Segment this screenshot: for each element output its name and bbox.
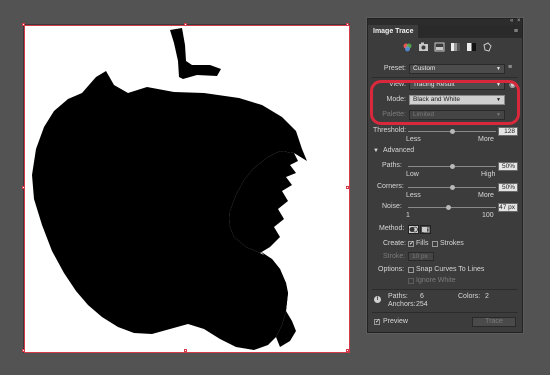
stroke-row: Stroke: 10 px bbox=[368, 252, 522, 264]
fills-checkbox[interactable]: ✓ bbox=[408, 241, 414, 247]
options-label: Options: bbox=[378, 266, 405, 273]
chevron-down-icon: ▼ bbox=[496, 97, 501, 103]
noise-min-label: 1 bbox=[406, 212, 410, 219]
preset-button-row bbox=[402, 42, 493, 52]
selection-handle-mr[interactable] bbox=[346, 186, 349, 189]
preset-menu-icon[interactable]: ≡ bbox=[508, 64, 512, 71]
noise-slider-thumb[interactable] bbox=[445, 205, 451, 210]
preview-label: Preview bbox=[383, 318, 408, 325]
high-color-icon[interactable] bbox=[418, 42, 429, 52]
strokes-label: Strokes bbox=[440, 240, 464, 247]
selection-handle-tl[interactable] bbox=[22, 23, 25, 26]
view-label: View: bbox=[389, 81, 406, 88]
mode-label: Mode: bbox=[386, 96, 406, 103]
threshold-min-label: Less bbox=[406, 136, 421, 143]
palette-select: Limited ▼ bbox=[409, 110, 505, 120]
threshold-max-label: More bbox=[478, 136, 494, 143]
artboard[interactable] bbox=[24, 25, 349, 352]
selection-handle-bc[interactable] bbox=[184, 349, 187, 352]
corners-slider-thumb[interactable] bbox=[449, 185, 455, 190]
apple-stem bbox=[170, 28, 221, 79]
mode-row: Mode: Black and White ▼ bbox=[368, 95, 522, 107]
create-row: Create: ✓ Fills Strokes bbox=[368, 239, 522, 251]
stroke-input: 10 px bbox=[408, 252, 434, 261]
corners-min-label: Less bbox=[406, 192, 421, 199]
chevron-down-icon: ▼ bbox=[496, 82, 501, 88]
stroke-input-value: 10 px bbox=[412, 253, 428, 260]
preset-label: Preset: bbox=[383, 65, 406, 72]
advanced-toggle-label[interactable]: Advanced bbox=[383, 146, 414, 156]
snap-curves-label: Snap Curves To Lines bbox=[416, 266, 485, 273]
noise-max-label: 100 bbox=[482, 212, 494, 219]
preset-row: Preset: Custom ▼ ≡ bbox=[368, 64, 522, 76]
view-row: View: Tracing Result ▼ ◉ bbox=[368, 80, 522, 92]
mode-select[interactable]: Black and White ▼ bbox=[409, 95, 505, 105]
selection-handle-ml[interactable] bbox=[22, 186, 25, 189]
black-and-white-icon[interactable] bbox=[466, 42, 477, 52]
tab-image-trace[interactable]: Image Trace bbox=[368, 25, 419, 38]
fills-label: Fills bbox=[416, 240, 429, 247]
collapse-icon[interactable]: « bbox=[510, 18, 513, 25]
threshold-slider-thumb[interactable] bbox=[449, 129, 455, 134]
noise-slider-track[interactable] bbox=[408, 207, 496, 208]
close-icon[interactable]: × bbox=[517, 18, 521, 25]
image-trace-panel: « × Image Trace ≡ Preset: Custom ▼ ≡ Vie… bbox=[367, 18, 523, 333]
palette-select-value: Limited bbox=[413, 111, 434, 118]
eye-icon[interactable]: ◉ bbox=[509, 80, 516, 89]
info-anchors-label: Anchors: bbox=[388, 301, 416, 308]
mode-select-value: Black and White bbox=[413, 96, 460, 103]
panel-menu-icon[interactable]: ≡ bbox=[514, 28, 518, 35]
info-anchors-row: Anchors: 254 bbox=[368, 300, 522, 312]
selection-handle-tr[interactable] bbox=[346, 23, 349, 26]
chevron-down-icon: ▼ bbox=[496, 66, 501, 72]
footer-row: ✓ Preview Trace bbox=[368, 317, 522, 329]
advanced-row[interactable]: ▼ Advanced bbox=[368, 146, 522, 158]
overlapping-icon bbox=[422, 227, 430, 233]
preset-select[interactable]: Custom ▼ bbox=[409, 64, 505, 74]
palette-row: Palette: Limited ▼ bbox=[368, 110, 522, 122]
divider bbox=[372, 77, 518, 78]
method-overlapping-button[interactable] bbox=[420, 225, 431, 234]
ignore-white-row: Ignore White bbox=[368, 276, 522, 288]
auto-color-icon[interactable] bbox=[402, 42, 413, 52]
divider bbox=[372, 289, 518, 290]
panel-tab-row: Image Trace ≡ bbox=[368, 25, 522, 38]
preset-select-value: Custom bbox=[413, 65, 436, 72]
selection-handle-bl[interactable] bbox=[22, 349, 25, 352]
snap-curves-checkbox[interactable] bbox=[408, 267, 414, 273]
stroke-label: Stroke: bbox=[383, 253, 406, 260]
ignore-white-checkbox bbox=[408, 278, 414, 284]
view-select-value: Tracing Result bbox=[413, 81, 455, 88]
selection-handle-tc[interactable] bbox=[184, 23, 187, 26]
paths-range-row: Low High bbox=[368, 170, 522, 182]
view-select[interactable]: Tracing Result ▼ bbox=[409, 80, 505, 90]
selection-handle-br[interactable] bbox=[346, 349, 349, 352]
divider bbox=[372, 312, 518, 313]
trace-button[interactable]: Trace bbox=[472, 317, 516, 327]
chevron-down-icon: ▼ bbox=[496, 112, 501, 118]
paths-max-label: High bbox=[481, 171, 496, 178]
method-label: Method: bbox=[379, 225, 405, 232]
method-abutting-button[interactable] bbox=[408, 225, 419, 234]
preview-checkbox[interactable]: ✓ bbox=[374, 319, 380, 325]
paths-min-label: Low bbox=[406, 171, 419, 178]
method-row: Method: bbox=[368, 224, 522, 236]
noise-range-row: 1 100 bbox=[368, 211, 522, 223]
abutting-icon bbox=[409, 226, 418, 233]
grayscale-icon[interactable] bbox=[450, 42, 461, 52]
chevron-down-icon[interactable]: ▼ bbox=[373, 146, 379, 156]
traced-apple-artwork[interactable] bbox=[24, 25, 349, 352]
ignore-white-label: Ignore White bbox=[416, 277, 456, 284]
low-color-icon[interactable] bbox=[434, 42, 445, 52]
paths-slider-thumb[interactable] bbox=[449, 164, 455, 169]
outline-icon[interactable] bbox=[482, 42, 493, 52]
create-label: Create: bbox=[383, 240, 406, 247]
strokes-checkbox[interactable] bbox=[432, 241, 438, 247]
corners-max-label: More bbox=[478, 192, 494, 199]
info-anchors-value: 254 bbox=[416, 301, 428, 308]
palette-label: Palette: bbox=[382, 111, 406, 118]
